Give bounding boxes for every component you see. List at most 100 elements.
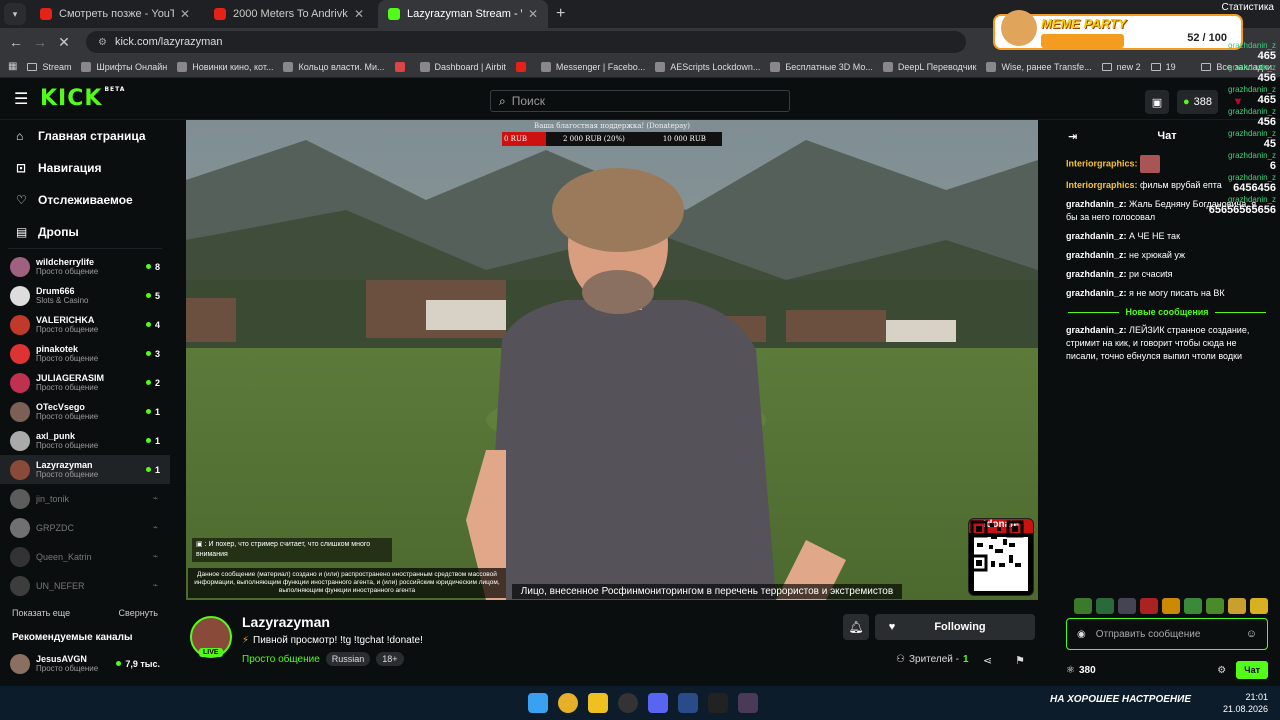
- emote-icon[interactable]: [1228, 598, 1246, 614]
- sidebar-channel[interactable]: wildcherrylife Просто общение 8: [0, 252, 170, 281]
- streamer-name[interactable]: Lazyrazyman: [242, 614, 330, 630]
- bookmark-item[interactable]: Бесплатные 3D Мо...: [770, 61, 873, 72]
- emote-icon[interactable]: [1206, 598, 1224, 614]
- tab-search-button[interactable]: ▾: [4, 3, 26, 25]
- close-icon[interactable]: ✕: [528, 7, 538, 21]
- sidebar-channel[interactable]: OTecVsego Просто общение 1: [0, 397, 170, 426]
- sidebar: ⌂ Главная страница ⊡ Навигация ♡ Отслеживаемо…: [0, 120, 170, 686]
- bookmark-item[interactable]: Новинки кино, кот...: [177, 61, 273, 72]
- bookmark-item[interactable]: [515, 61, 531, 72]
- chat-username[interactable]: grazhdanin_z:: [1066, 325, 1127, 335]
- tag-chip[interactable]: 18+: [376, 652, 404, 666]
- bookmark-item[interactable]: new 2: [1101, 62, 1141, 72]
- kick-logo[interactable]: KICK BETA: [40, 86, 125, 111]
- follow-button[interactable]: ♥ Following: [875, 614, 1035, 640]
- url-input[interactable]: ⚙ kick.com/lazyrazyman: [86, 31, 966, 53]
- emote-icon[interactable]: [1096, 598, 1114, 614]
- new-tab-button[interactable]: +: [556, 5, 565, 23]
- bookmark-item[interactable]: [394, 61, 410, 72]
- browser-tab-active[interactable]: Lazyrazyman Stream - Watc✕: [378, 0, 548, 28]
- chat-username[interactable]: grazhdanin_z:: [1066, 288, 1127, 298]
- app-icon[interactable]: [738, 693, 758, 713]
- share-icon[interactable]: ⋖: [983, 654, 992, 667]
- sidebar-channel[interactable]: pinakotek Просто общение 3: [0, 339, 170, 368]
- tag-chip[interactable]: Russian: [325, 652, 371, 666]
- chat-username[interactable]: grazhdanin_z:: [1066, 199, 1127, 209]
- bookmark-item[interactable]: Кольцо власти. Ми...: [283, 61, 385, 72]
- sidebar-nav-item[interactable]: ▤ Дропы: [0, 216, 170, 248]
- sidebar-nav-item[interactable]: ⌂ Главная страница: [0, 120, 170, 152]
- channel-avatar: [10, 459, 30, 480]
- sidebar-nav-item[interactable]: ♡ Отслеживаемое: [0, 184, 170, 216]
- sidebar-channel[interactable]: Lazyrazyman Просто общение 1: [0, 455, 170, 484]
- browser-tab[interactable]: Смотреть позже - YouTube✕: [30, 0, 200, 28]
- chat-username[interactable]: Interiorgraphics:: [1066, 180, 1138, 190]
- obs-icon[interactable]: [618, 693, 638, 713]
- chat-username[interactable]: grazhdanin_z:: [1066, 231, 1127, 241]
- site-info-icon[interactable]: ⚙: [98, 37, 107, 48]
- bookmark-item[interactable]: DeepL Переводчик: [882, 61, 976, 72]
- chat-username[interactable]: grazhdanin_z:: [1066, 250, 1127, 260]
- app-icon[interactable]: [708, 693, 728, 713]
- sidebar-channel[interactable]: Queen_Katrin ⌁: [0, 542, 170, 571]
- search-input[interactable]: ⌕ Поиск: [490, 90, 790, 112]
- stop-icon[interactable]: ✕: [52, 34, 76, 51]
- sidebar-channel[interactable]: jin_tonik ⌁: [0, 484, 170, 513]
- sidebar-channel[interactable]: UN_NEFER ⌁: [0, 571, 170, 600]
- emote-icon[interactable]: [1118, 598, 1136, 614]
- stream-tags: Просто общение Russian 18+: [242, 652, 404, 666]
- live-dot-icon: [145, 322, 151, 327]
- chat-message-input[interactable]: ◉ Отправить сообщение ☺: [1066, 618, 1268, 650]
- video-player[interactable]: Ваша благостная поддержка! (Donatepay) 0…: [186, 120, 1038, 600]
- emote-icon[interactable]: [1074, 598, 1092, 614]
- windows-start-icon[interactable]: [528, 693, 548, 713]
- emote-icon[interactable]: [1162, 598, 1180, 614]
- sidebar-channel[interactable]: axl_punk Просто общение 1: [0, 426, 170, 455]
- app-icon[interactable]: [588, 693, 608, 713]
- browser-tab[interactable]: 2000 Meters To Andrivka | JESI✕: [204, 0, 374, 28]
- bookmark-favicon-icon: [540, 61, 551, 72]
- taskbar-banner: НА ХОРОШЕЕ НАСТРОЕНИЕ: [1050, 694, 1191, 705]
- discord-icon[interactable]: [648, 693, 668, 713]
- bookmark-item[interactable]: AEScripts Lockdown...: [655, 61, 760, 72]
- notifications-button[interactable]: 🔔︎: [843, 614, 869, 640]
- bookmark-item[interactable]: Шрифты Онлайн: [81, 61, 167, 72]
- recommended-channel[interactable]: JesusAVGN Просто общение 7,9 тыс.: [0, 649, 170, 678]
- sidebar-channel[interactable]: Drum666 Slots & Casino 5: [0, 281, 170, 310]
- send-chat-button[interactable]: Чат: [1236, 661, 1268, 679]
- emote-icon[interactable]: [1140, 598, 1158, 614]
- gear-icon[interactable]: ⚙: [1217, 665, 1226, 676]
- sidebar-channel[interactable]: JULIAGERASIM Просто общение 2: [0, 368, 170, 397]
- viewer-count: 3: [145, 349, 160, 359]
- back-icon[interactable]: ←: [4, 34, 28, 50]
- sidebar-channel[interactable]: GRPZDC ⌁: [0, 513, 170, 542]
- bookmark-item[interactable]: Messenger | Facebo...: [540, 61, 645, 72]
- bookmark-item[interactable]: Dashboard | Airbit: [419, 61, 506, 72]
- app-icon[interactable]: [678, 693, 698, 713]
- system-clock[interactable]: 21:01 21.08.2026: [1223, 691, 1268, 715]
- report-icon[interactable]: ⚑: [1015, 654, 1025, 667]
- chat-username[interactable]: Interiorgraphics:: [1066, 158, 1138, 168]
- close-icon[interactable]: ✕: [180, 7, 190, 21]
- apps-icon[interactable]: ▦: [8, 61, 17, 72]
- emoji-icon[interactable]: ☺: [1246, 628, 1257, 640]
- close-icon[interactable]: ✕: [354, 7, 364, 21]
- show-more-button[interactable]: Показать еще: [12, 608, 70, 618]
- category-link[interactable]: Просто общение: [242, 654, 320, 665]
- menu-icon[interactable]: ☰: [14, 89, 34, 109]
- chrome-icon[interactable]: [558, 693, 578, 713]
- dashboard-button[interactable]: ▣: [1144, 90, 1169, 114]
- forward-icon[interactable]: →: [28, 34, 52, 50]
- bookmark-item[interactable]: Stream: [27, 62, 71, 72]
- meme-progress-bar: [1041, 34, 1125, 48]
- chat-username[interactable]: grazhdanin_z:: [1066, 269, 1127, 279]
- bookmark-item[interactable]: Wise, ранее Transfe...: [986, 61, 1092, 72]
- sidebar-nav-item[interactable]: ⊡ Навигация: [0, 152, 170, 184]
- bookmark-item[interactable]: 19: [1150, 62, 1176, 72]
- emote-icon[interactable]: [1184, 598, 1202, 614]
- collapse-button[interactable]: Свернуть: [119, 608, 158, 618]
- collapse-chat-icon[interactable]: ⇥: [1068, 130, 1077, 143]
- sidebar-channel[interactable]: VALERICHKA Просто общение 4: [0, 310, 170, 339]
- chat-message: grazhdanin_z: ри счасиtя: [1066, 269, 1173, 279]
- emote-icon[interactable]: [1250, 598, 1268, 614]
